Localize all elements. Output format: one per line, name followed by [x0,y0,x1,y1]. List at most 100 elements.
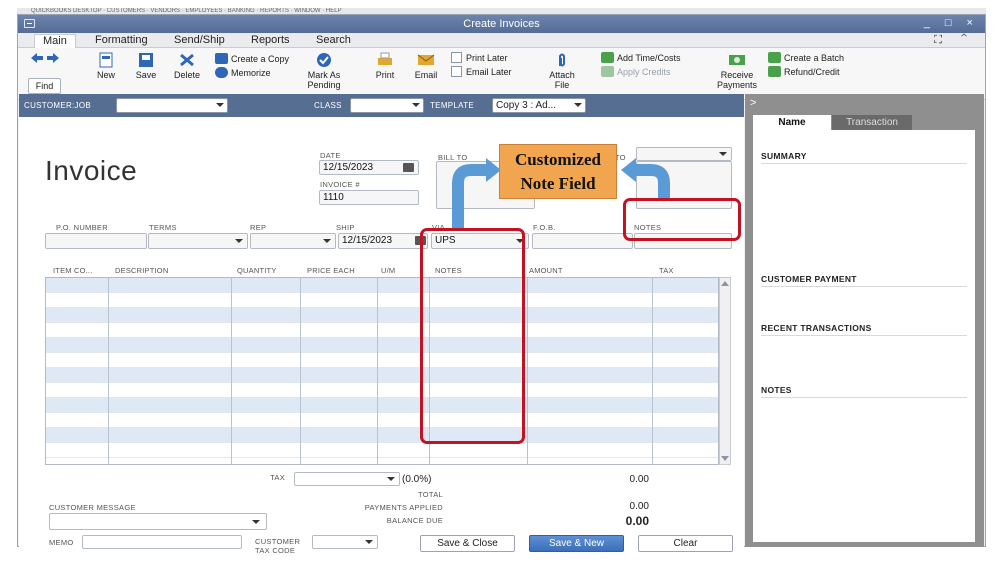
ship-to-dropdown[interactable] [636,147,732,161]
invoice-form: Invoice DATE 12/15/2023 INVOICE # 1110 B… [19,117,744,555]
col-um: U/M [381,266,396,275]
create-copy-button[interactable]: Create a Copy [215,53,289,65]
fob-field[interactable] [532,233,633,249]
line-items-scrollbar[interactable] [719,277,731,465]
memo-field[interactable] [82,535,242,549]
print-button[interactable]: Print [371,52,399,80]
delete-button[interactable]: Delete [172,52,202,80]
memorize-button[interactable]: Memorize [215,67,271,79]
invoice-number-field[interactable]: 1110 [319,190,419,205]
receive-payments-button[interactable]: Receive Payments [712,52,762,90]
customer-tax-code-dropdown[interactable] [312,535,378,549]
template-label: TEMPLATE [430,101,475,110]
divider [761,286,967,287]
po-number-field[interactable] [45,233,147,249]
terms-dropdown[interactable] [148,233,248,249]
customer-job-label: CUSTOMER:JOB [24,101,92,110]
divider [761,335,967,336]
column-divider [231,278,232,464]
tab-reports[interactable]: Reports [251,34,290,48]
table-row[interactable] [46,383,718,398]
title-bar: Create Invoices _ □ × [18,15,985,33]
col-quantity: QUANTITY [237,266,277,275]
line-items-table[interactable] [45,277,719,465]
table-row[interactable] [46,353,718,368]
find-button[interactable]: Find [28,78,61,94]
table-row[interactable] [46,278,718,293]
table-row[interactable] [46,338,718,353]
email-later-checkbox[interactable]: Email Later [451,66,512,78]
table-row[interactable] [46,323,718,338]
window-controls[interactable]: _ □ × [924,17,979,29]
table-row[interactable] [46,428,718,443]
payments-applied-value: 0.00 [629,501,649,512]
chevron-down-icon [719,152,727,156]
ribbon-collapse-controls[interactable]: ⛶ ⌃ [934,34,975,47]
table-row[interactable] [46,293,718,308]
save-close-button[interactable]: Save & Close [420,535,515,552]
apply-credits-button[interactable]: Apply Credits [601,66,671,78]
save-button[interactable]: Save [133,52,159,80]
rep-label: REP [250,223,267,232]
create-batch-button[interactable]: Create a Batch [768,52,844,64]
tab-name[interactable]: Name [753,115,831,130]
template-dropdown[interactable]: Copy 3 : Ad... [492,98,586,113]
print-later-checkbox[interactable]: Print Later [451,52,508,64]
col-description: DESCRIPTION [115,266,169,275]
apply-credits-icon [601,66,614,77]
rep-dropdown[interactable] [250,233,336,249]
tab-search[interactable]: Search [316,34,351,48]
column-divider [652,278,653,464]
scroll-down-icon[interactable] [721,456,729,461]
chevron-down-icon [252,520,260,524]
history-panel-body: SUMMARY CUSTOMER PAYMENT RECENT TRANSACT… [753,130,975,542]
divider [761,397,967,398]
column-divider [527,278,528,464]
copy-icon [215,53,228,64]
table-row[interactable] [46,368,718,383]
class-label: CLASS [314,101,342,110]
calendar-icon[interactable] [403,163,414,172]
recent-transactions-heading: RECENT TRANSACTIONS [761,323,872,333]
tab-send-ship[interactable]: Send/Ship [174,34,225,48]
printer-icon [378,52,392,65]
notes-field-highlight [623,198,741,241]
email-button[interactable]: Email [411,52,441,80]
notes-column-highlight [420,228,525,444]
new-document-icon [99,52,113,68]
tab-main[interactable]: Main [34,34,76,48]
new-button[interactable]: New [93,52,119,80]
create-batch-icon [768,52,781,63]
check-mark-icon [317,53,331,67]
tax-label: TAX [270,473,285,482]
tab-transaction[interactable]: Transaction [832,115,912,130]
customer-message-dropdown[interactable] [49,513,267,530]
collapse-panel-icon[interactable]: > [750,97,756,109]
attach-file-button[interactable]: Attach File [544,52,580,90]
table-row[interactable] [46,308,718,323]
clear-button[interactable]: Clear [638,535,733,552]
customer-job-dropdown[interactable] [116,98,228,113]
table-row[interactable] [46,443,718,458]
table-row[interactable] [46,398,718,413]
refund-credit-icon [768,66,781,77]
balance-due-value: 0.00 [625,514,649,528]
scroll-up-icon[interactable] [721,281,729,286]
table-row[interactable] [46,413,718,428]
po-number-label: P.O. NUMBER [56,223,108,232]
chevron-down-icon [412,103,420,107]
mark-as-pending-button[interactable]: Mark As Pending [302,52,346,90]
add-time-costs-button[interactable]: Add Time/Costs [601,52,681,64]
chevron-down-icon [323,239,331,243]
prev-next-arrows-icon [31,53,59,63]
save-new-button[interactable]: Save & New [529,535,624,552]
tax-item-dropdown[interactable] [294,472,400,486]
line-items-header: ITEM CO... DESCRIPTION QUANTITY PRICE EA… [45,263,719,277]
total-label: TOTAL [418,490,443,499]
refund-credit-button[interactable]: Refund/Credit [768,66,840,78]
ship-date-label: SHIP [336,223,355,232]
prev-next-buttons[interactable] [30,52,60,66]
column-divider [300,278,301,464]
class-dropdown[interactable] [350,98,424,113]
tab-formatting[interactable]: Formatting [95,34,148,48]
